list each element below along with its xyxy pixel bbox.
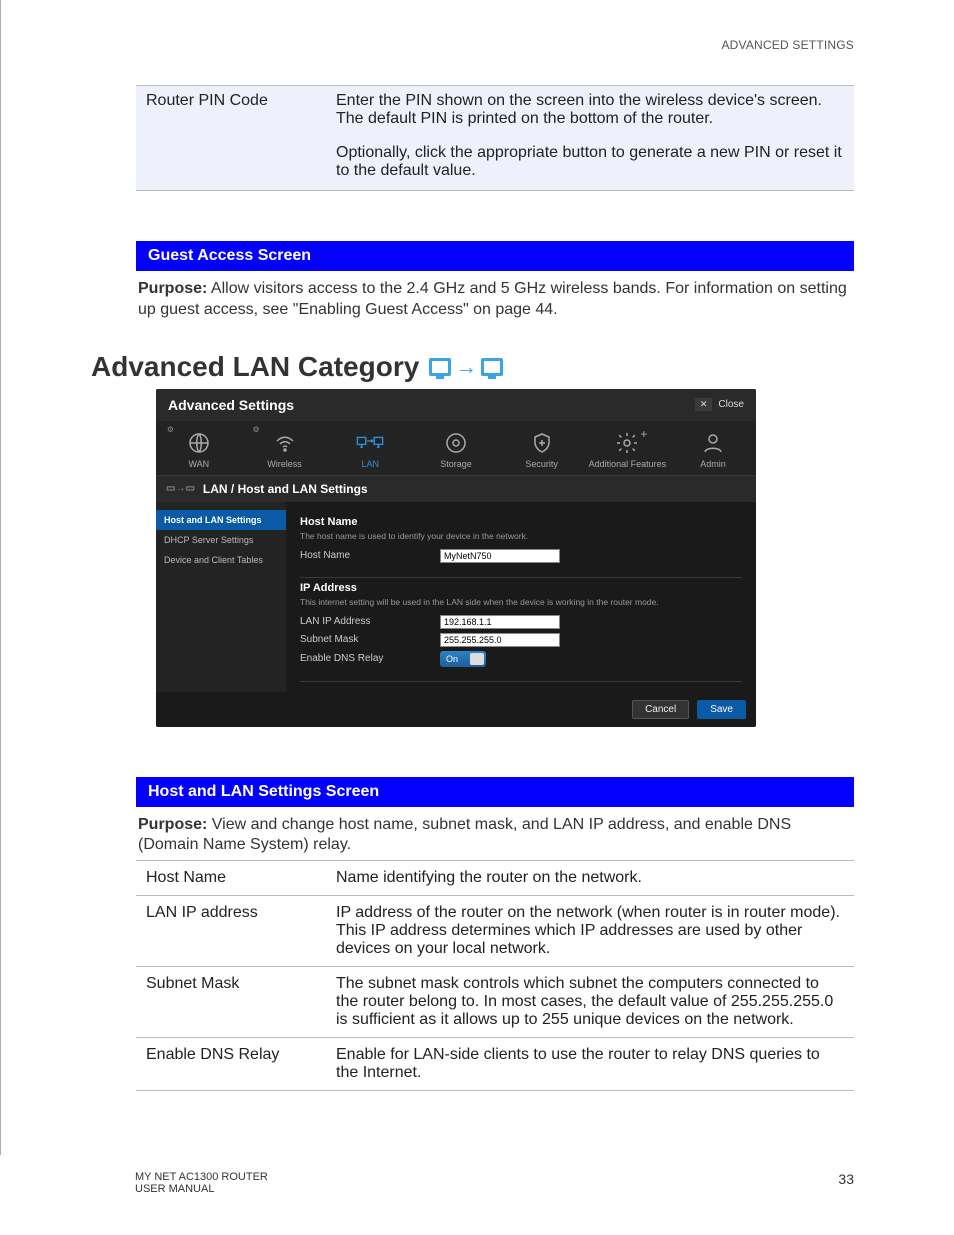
lan-small-icon: ▭→▭: [166, 483, 195, 494]
gear-icon: ⚙: [167, 425, 174, 434]
hostname-hint: The host name is used to identify your d…: [300, 531, 742, 541]
row-desc: The subnet mask controls which subnet th…: [336, 975, 844, 1029]
close-button[interactable]: ✕ Close: [695, 398, 744, 411]
settings-body: Host Name The host name is used to ident…: [286, 502, 756, 692]
breadcrumb: ▭→▭ LAN / Host and LAN Settings: [156, 476, 756, 502]
monitor-icon: [429, 358, 451, 376]
page-header-right: ADVANCED SETTINGS: [721, 38, 854, 52]
row-label: Host Name: [146, 869, 336, 887]
footer-left: MY NET AC1300 ROUTER USER MANUAL: [135, 1171, 268, 1195]
row-desc: Enable for LAN-side clients to use the r…: [336, 1046, 844, 1082]
tab-label: Wireless: [267, 459, 302, 469]
advanced-lan-heading: Advanced LAN Category →: [91, 351, 854, 383]
tab-lan[interactable]: LAN: [330, 431, 410, 469]
tab-wireless[interactable]: ⚙Wireless: [245, 431, 325, 469]
row-label: Subnet Mask: [146, 975, 336, 1029]
table-row: LAN IP addressIP address of the router o…: [136, 895, 854, 966]
ip-heading: IP Address: [300, 582, 742, 594]
subnet-input[interactable]: [440, 633, 560, 647]
row-desc: Name identifying the router on the netwo…: [336, 869, 844, 887]
guest-purpose-text: Allow visitors access to the 2.4 GHz and…: [138, 280, 847, 318]
pin-p1: Enter the PIN shown on the screen into t…: [336, 92, 844, 128]
table-row: Host NameName identifying the router on …: [136, 860, 854, 895]
wifi-icon: [271, 431, 299, 455]
titlebar: Advanced Settings ✕ Close: [156, 389, 756, 421]
purpose-label: Purpose:: [138, 280, 207, 297]
top-tabs: ⚙WAN ⚙Wireless LAN Storage Security +Add…: [156, 421, 756, 476]
gear-icon: ⚙: [253, 425, 260, 434]
tab-additional[interactable]: +Additional Features: [587, 431, 667, 469]
dns-relay-toggle[interactable]: On: [440, 651, 486, 667]
row-label: Enable DNS Relay: [146, 1046, 336, 1082]
window-title: Advanced Settings: [168, 397, 294, 413]
row-desc: IP address of the router on the network …: [336, 904, 844, 958]
breadcrumb-text: LAN / Host and LAN Settings: [203, 482, 368, 496]
monitor-icon: [481, 358, 503, 376]
hostname-label: Host Name: [300, 550, 440, 561]
purpose-label: Purpose:: [138, 816, 207, 833]
save-button[interactable]: Save: [697, 700, 746, 719]
page-body: Router PIN Code Enter the PIN shown on t…: [0, 0, 954, 1155]
footer-product: MY NET AC1300 ROUTER: [135, 1171, 268, 1183]
sidebar-item-dhcp[interactable]: DHCP Server Settings: [156, 530, 286, 550]
dns-relay-label: Enable DNS Relay: [300, 653, 440, 664]
host-lan-banner: Host and LAN Settings Screen: [136, 777, 854, 807]
row-label: LAN IP address: [146, 904, 336, 958]
lan-icon: [356, 431, 384, 455]
table-row: Subnet MaskThe subnet mask controls whic…: [136, 966, 854, 1037]
lan-icon: →: [429, 354, 503, 380]
person-icon: [699, 431, 727, 455]
shield-icon: [528, 431, 556, 455]
globe-icon: [185, 431, 213, 455]
page-footer: MY NET AC1300 ROUTER USER MANUAL 33: [135, 1171, 854, 1195]
tab-label: Additional Features: [589, 459, 667, 469]
lan-ip-input[interactable]: [440, 615, 560, 629]
close-icon: ✕: [695, 398, 713, 411]
action-bar: Cancel Save: [156, 692, 756, 727]
sidebar-item-host[interactable]: Host and LAN Settings: [156, 510, 286, 530]
pin-description: Enter the PIN shown on the screen into t…: [336, 92, 844, 180]
guest-purpose: Purpose: Allow visitors access to the 2.…: [136, 271, 854, 321]
ip-hint: This internet setting will be used in th…: [300, 597, 742, 607]
arrow-icon: →: [455, 354, 477, 380]
ip-section: IP Address This internet setting will be…: [300, 578, 742, 682]
page-number: 33: [838, 1171, 854, 1195]
cancel-button[interactable]: Cancel: [632, 700, 689, 719]
hostname-input[interactable]: [440, 549, 560, 563]
host-lan-table: Host NameName identifying the router on …: [136, 860, 854, 1091]
disc-icon: [442, 431, 470, 455]
plus-icon: +: [640, 427, 647, 441]
router-pin-row: Router PIN Code Enter the PIN shown on t…: [136, 85, 854, 191]
tab-label: Security: [525, 459, 558, 469]
guest-access-banner: Guest Access Screen: [136, 241, 854, 271]
tab-label: LAN: [361, 459, 379, 469]
tab-wan[interactable]: ⚙WAN: [159, 431, 239, 469]
gear-icon: [613, 431, 641, 455]
close-label: Close: [718, 399, 744, 410]
sidebar: Host and LAN Settings DHCP Server Settin…: [156, 502, 286, 692]
tab-label: Admin: [700, 459, 726, 469]
hostname-section: Host Name The host name is used to ident…: [300, 512, 742, 578]
lan-ip-label: LAN IP Address: [300, 616, 440, 627]
pin-p2: Optionally, click the appropriate button…: [336, 144, 844, 180]
tab-label: Storage: [440, 459, 472, 469]
tab-label: WAN: [189, 459, 210, 469]
tab-security[interactable]: Security: [502, 431, 582, 469]
footer-manual: USER MANUAL: [135, 1183, 268, 1195]
advanced-lan-title: Advanced LAN Category: [91, 351, 419, 383]
subnet-label: Subnet Mask: [300, 634, 440, 645]
tab-admin[interactable]: Admin: [673, 431, 753, 469]
router-ui-screenshot: Advanced Settings ✕ Close ⚙WAN ⚙Wireless…: [156, 389, 756, 727]
hostname-heading: Host Name: [300, 516, 742, 528]
table-row: Enable DNS RelayEnable for LAN-side clie…: [136, 1037, 854, 1091]
sidebar-item-devices[interactable]: Device and Client Tables: [156, 550, 286, 570]
pin-label: Router PIN Code: [146, 92, 336, 180]
host-lan-purpose: Purpose: View and change host name, subn…: [136, 807, 854, 857]
host-lan-purpose-text: View and change host name, subnet mask, …: [138, 816, 791, 854]
tab-storage[interactable]: Storage: [416, 431, 496, 469]
